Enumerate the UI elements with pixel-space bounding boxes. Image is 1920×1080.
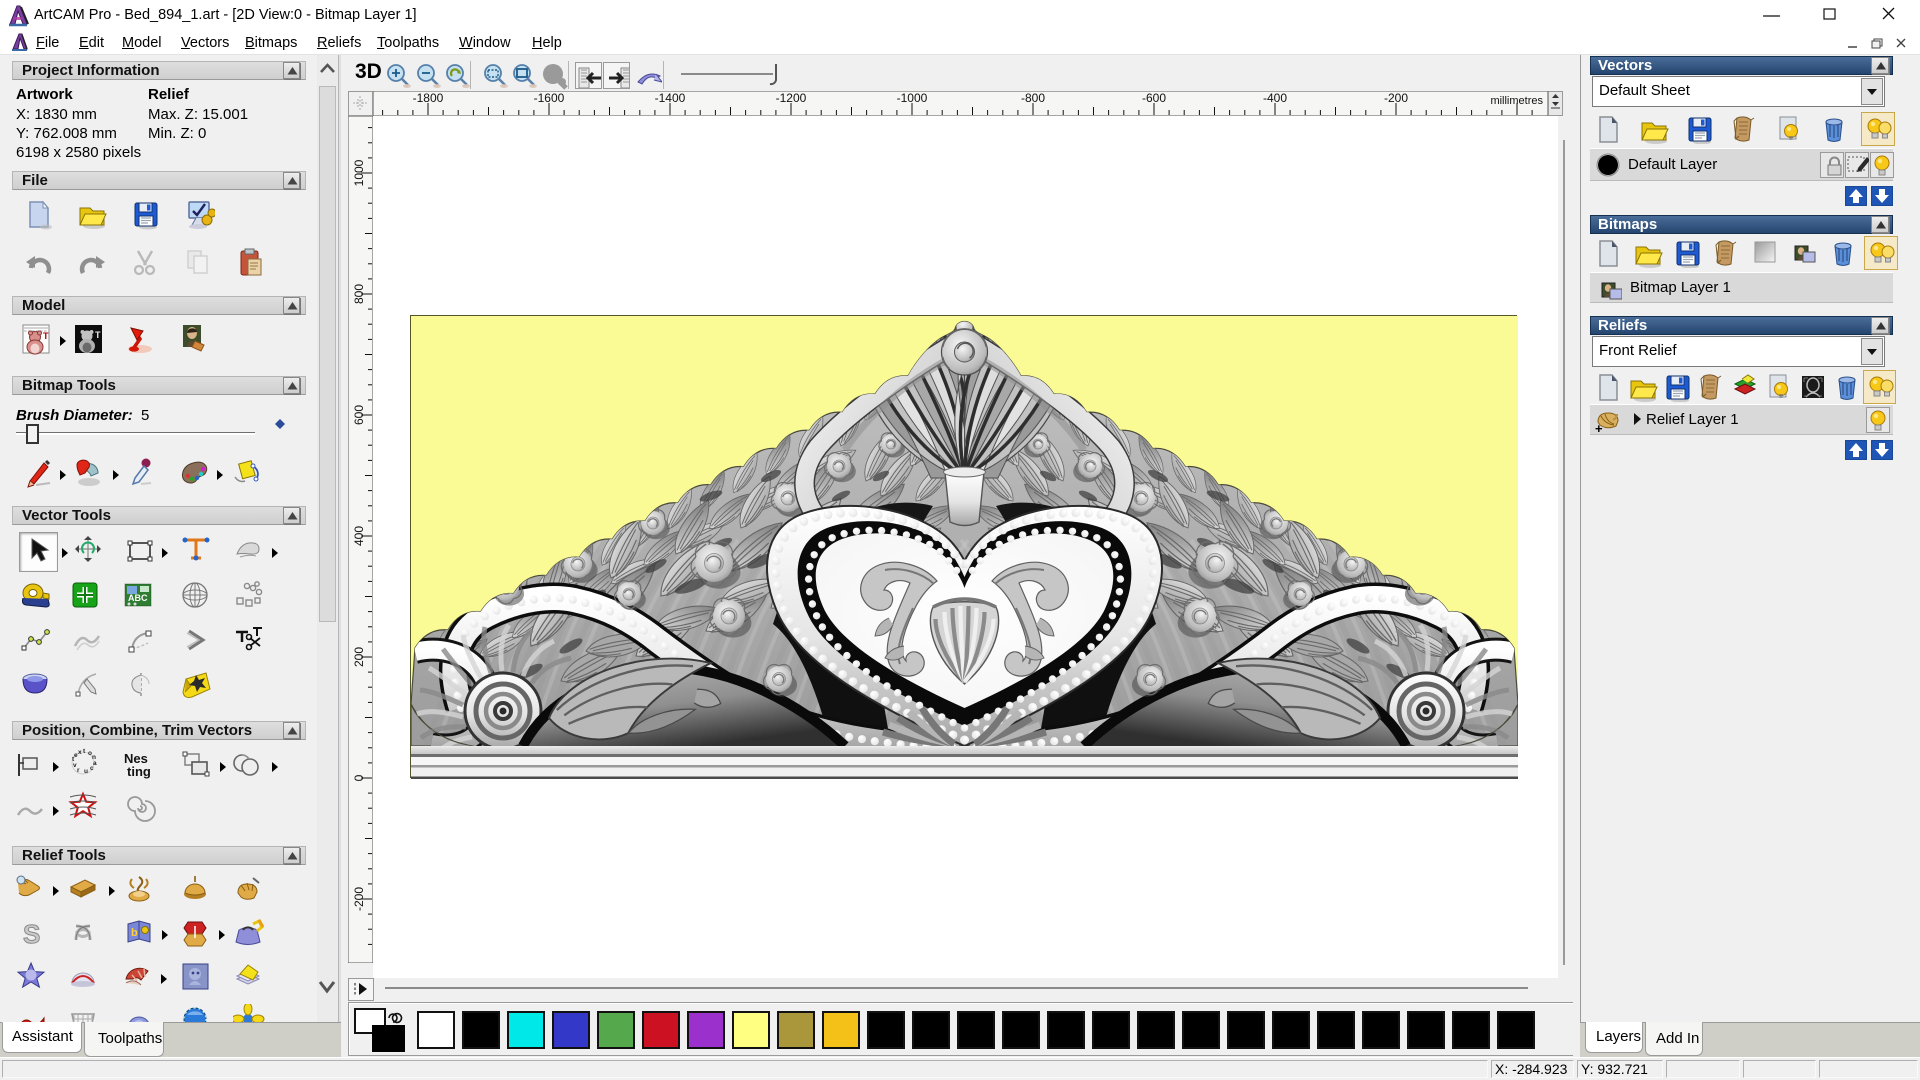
svg-text:ABC: ABC: [128, 593, 148, 603]
svg-text:-1600: -1600: [534, 91, 565, 105]
svg-text:T: T: [95, 330, 101, 340]
svg-text:millimetres: millimetres: [1490, 95, 1543, 107]
svg-text:x: x: [78, 749, 82, 756]
svg-text:-600: -600: [1142, 91, 1166, 105]
svg-text:T: T: [43, 331, 49, 341]
svg-text:-1200: -1200: [776, 91, 807, 105]
svg-text:600: 600: [352, 405, 366, 425]
svg-text:c: c: [90, 765, 94, 772]
svg-text:200: 200: [352, 647, 366, 667]
svg-text:400: 400: [352, 526, 366, 546]
svg-text:ting: ting: [127, 764, 151, 779]
svg-text:-1000: -1000: [897, 91, 928, 105]
svg-text:1000: 1000: [352, 159, 366, 186]
svg-text:-1800: -1800: [413, 91, 444, 105]
svg-text:-200: -200: [1384, 91, 1408, 105]
svg-text:u: u: [84, 768, 88, 775]
svg-text:0: 0: [352, 774, 366, 781]
svg-text:t: t: [83, 748, 86, 755]
svg-text:b: b: [131, 927, 138, 939]
svg-text:S: S: [23, 919, 40, 949]
svg-text:-400: -400: [1263, 91, 1287, 105]
svg-text:800: 800: [352, 284, 366, 304]
svg-text:-200: -200: [352, 887, 366, 911]
svg-text:-1400: -1400: [655, 91, 686, 105]
svg-text:+: +: [1595, 421, 1603, 434]
svg-text:v: v: [73, 762, 77, 769]
svg-text:-800: -800: [1021, 91, 1045, 105]
